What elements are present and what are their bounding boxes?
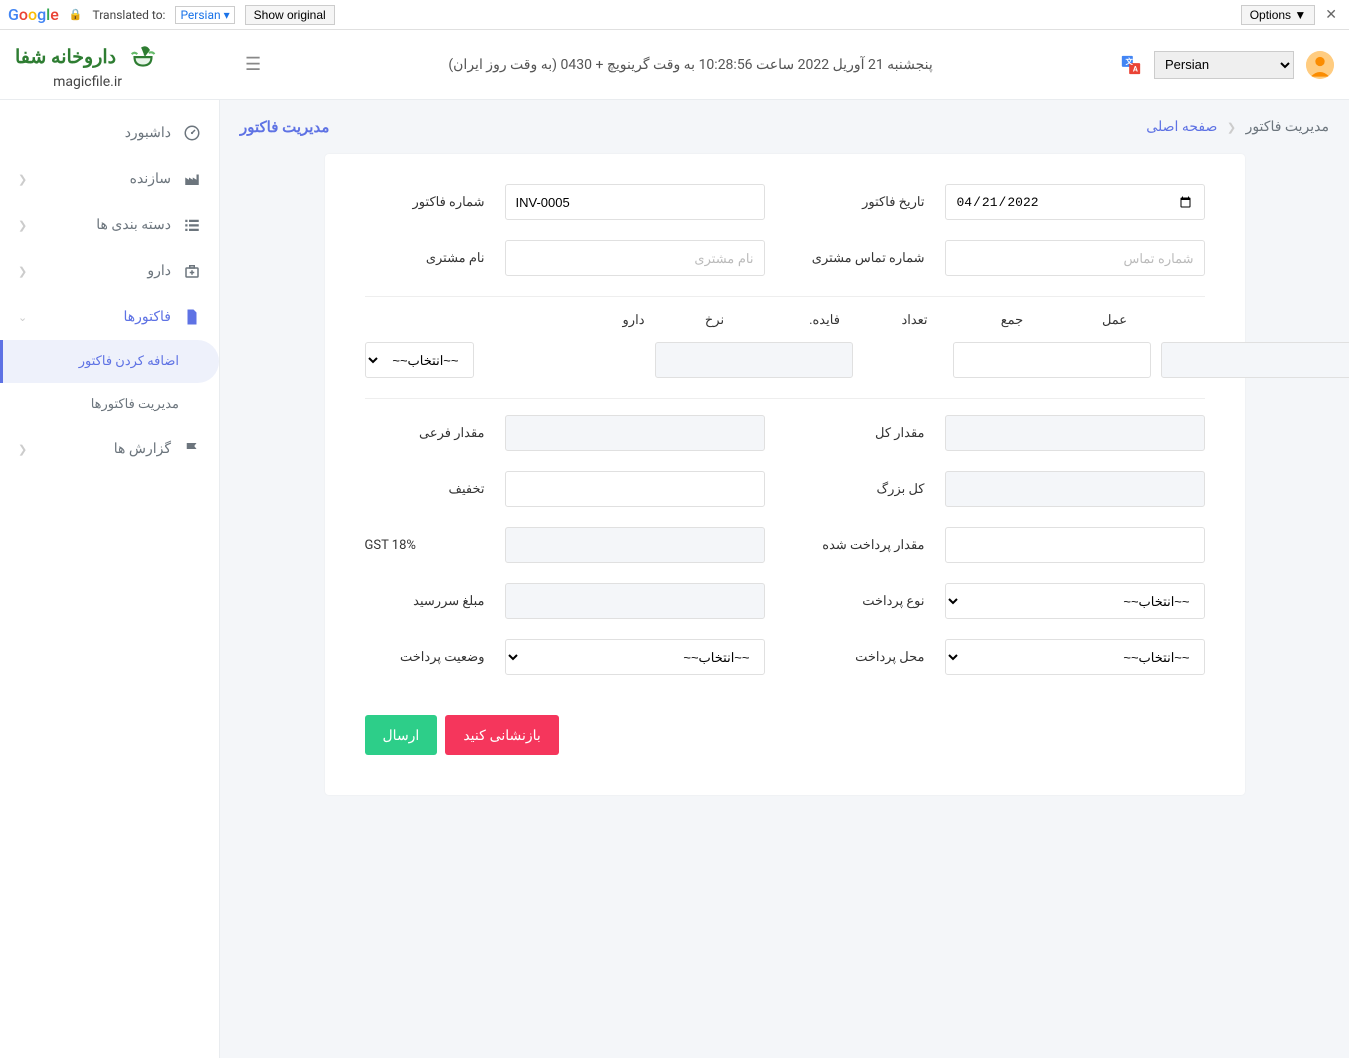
mortar-pestle-icon	[126, 40, 160, 74]
translate-options-button[interactable]: Options ▼	[1241, 5, 1316, 25]
content: مدیریت فاکتور ❮ صفحه اصلی مدیریت فاکتور …	[220, 100, 1349, 1058]
drug-select[interactable]: ~~انتخاب~~	[365, 342, 474, 378]
invoice-date-label: تاریخ فاکتور	[805, 195, 925, 210]
chevron-left-icon: ❮	[18, 443, 27, 456]
flag-icon	[183, 440, 201, 458]
payment-type-select[interactable]: ~~انتخاب~~	[945, 583, 1205, 619]
show-original-button[interactable]: Show original	[245, 5, 335, 25]
divider	[365, 296, 1205, 297]
sidebar-label: دارو	[147, 263, 171, 279]
payment-status-select[interactable]: ~~انتخاب~~	[505, 639, 765, 675]
th-drug: دارو	[365, 313, 645, 328]
th-action: عمل	[1070, 313, 1160, 328]
sidebar-label: دسته بندی ها	[96, 217, 171, 233]
file-icon	[183, 308, 201, 326]
th-total: جمع	[965, 313, 1060, 328]
navbar-datetime: پنجشنبه 21 آوریل 2022 ساعت 10:28:56 به و…	[261, 57, 1120, 73]
paid-amount-input[interactable]	[945, 527, 1205, 563]
brand-logo[interactable]: داروخانه شفا magicfile.ir	[15, 40, 160, 90]
dashboard-icon	[183, 124, 201, 142]
payment-place-label: محل پرداخت	[805, 650, 925, 665]
customer-contact-label: شماره تماس مشتری	[805, 251, 925, 266]
svg-text:A: A	[1133, 64, 1138, 73]
breadcrumb-home-link[interactable]: صفحه اصلی	[1146, 119, 1217, 135]
sidebar-label: فاکتورها	[124, 309, 172, 325]
row-total-input	[1161, 342, 1349, 378]
breadcrumb-separator: ❮	[1227, 121, 1236, 134]
medkit-icon	[183, 262, 201, 280]
breadcrumb-current: مدیریت فاکتور	[1246, 119, 1329, 135]
gst-input	[505, 527, 765, 563]
factory-icon	[183, 170, 201, 188]
due-amount-input	[505, 583, 765, 619]
user-avatar[interactable]	[1306, 51, 1334, 79]
subtotal-label: مقدار فرعی	[365, 426, 485, 441]
qty-input[interactable]	[953, 342, 1151, 378]
paid-amount-label: مقدار پرداخت شده	[805, 538, 925, 553]
grand-total-input	[945, 471, 1205, 507]
sidebar-sub-add-invoice[interactable]: اضافه کردن فاکتور	[0, 340, 219, 383]
translate-language-dropdown[interactable]: Persian ▾	[175, 6, 234, 24]
sidebar-item-reports[interactable]: گزارش ها ❮	[0, 426, 219, 472]
sidebar-item-categories[interactable]: دسته بندی ها ❮	[0, 202, 219, 248]
google-translate-icon[interactable]: 文 A	[1120, 54, 1142, 76]
form-card: شماره فاکتور تاریخ فاکتور نام مشتری شمار…	[325, 154, 1245, 795]
th-qty: تعداد	[875, 313, 955, 328]
chevron-left-icon: ❮	[18, 265, 27, 278]
breadcrumb: مدیریت فاکتور ❮ صفحه اصلی مدیریت فاکتور	[240, 118, 1329, 136]
sidebar-sub-manage-invoices[interactable]: مدیریت فاکتورها	[0, 383, 219, 426]
sidebar-label: داشبورد	[125, 125, 171, 141]
sidebar-item-invoices[interactable]: فاکتورها ⌄	[0, 294, 219, 340]
divider	[365, 398, 1205, 399]
customer-contact-input[interactable]	[945, 240, 1205, 276]
invoice-date-input[interactable]	[945, 184, 1205, 220]
gst-label: GST 18%	[365, 538, 485, 553]
chevron-down-icon: ⌄	[18, 311, 27, 324]
chevron-left-icon: ❮	[18, 173, 27, 186]
rate-input	[655, 342, 853, 378]
subtotal-input	[505, 415, 765, 451]
sidebar-item-dashboard[interactable]: داشبورد	[0, 110, 219, 156]
sidebar-label: گزارش ها	[114, 441, 171, 457]
total-label: مقدار کل	[805, 426, 925, 441]
sidebar: داشبورد سازنده ❮ دسته بندی ها ❮	[0, 100, 220, 1058]
translated-to-label: Translated to:	[93, 8, 166, 22]
payment-type-label: نوع پرداخت	[805, 594, 925, 609]
list-icon	[183, 216, 201, 234]
payment-place-select[interactable]: ~~انتخاب~~	[945, 639, 1205, 675]
invoice-no-input[interactable]	[505, 184, 765, 220]
navbar: داروخانه شفا magicfile.ir ☰ پنجشنبه 21 آ…	[0, 30, 1349, 100]
customer-name-input[interactable]	[505, 240, 765, 276]
th-available: فایده.	[785, 313, 865, 328]
th-rate: نرخ	[655, 313, 775, 328]
table-header: دارو نرخ فایده. تعداد جمع عمل	[365, 313, 1205, 328]
chevron-left-icon: ❮	[18, 219, 27, 232]
lock-icon: 🔒	[69, 8, 83, 21]
google-logo: Google	[8, 5, 59, 24]
reset-button[interactable]: بازنشانی کنید	[445, 715, 559, 755]
close-translate-icon[interactable]: ✕	[1321, 7, 1341, 23]
grand-total-label: کل بزرگ	[805, 482, 925, 497]
customer-name-label: نام مشتری	[365, 251, 485, 266]
google-translate-bar: Google 🔒 Translated to: Persian ▾ Show o…	[0, 0, 1349, 30]
sidebar-item-medicine[interactable]: دارو ❮	[0, 248, 219, 294]
invoice-no-label: شماره فاکتور	[365, 195, 485, 210]
due-amount-label: مبلغ سررسید	[365, 594, 485, 609]
discount-label: تخفیف	[365, 482, 485, 497]
hamburger-icon[interactable]: ☰	[245, 54, 261, 75]
discount-input[interactable]	[505, 471, 765, 507]
submit-button[interactable]: ارسال	[365, 715, 438, 755]
total-input	[945, 415, 1205, 451]
table-row: ~~انتخاب~~	[365, 342, 1205, 378]
payment-status-label: وضعیت پرداخت	[365, 650, 485, 665]
page-title: مدیریت فاکتور	[240, 118, 329, 136]
language-select[interactable]: Persian	[1154, 51, 1294, 79]
sidebar-label: سازنده	[130, 171, 171, 187]
sidebar-item-manufacturer[interactable]: سازنده ❮	[0, 156, 219, 202]
